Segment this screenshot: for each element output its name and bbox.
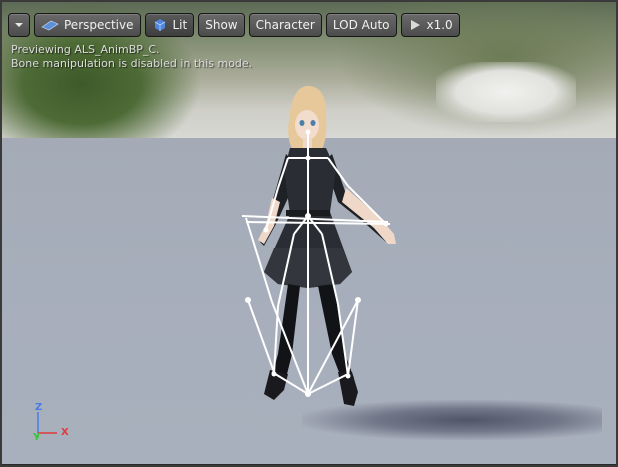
viewport-options-button[interactable] [8, 13, 30, 37]
preview-info-line2: Bone manipulation is disabled in this mo… [11, 57, 253, 70]
axis-x-label: X [61, 427, 69, 438]
character-preview [241, 86, 396, 406]
viewport[interactable]: Perspective Lit Show Character LOD Auto … [0, 0, 618, 467]
axis-y-label: Y [33, 432, 41, 443]
character-label: Character [255, 18, 315, 32]
lod-button[interactable]: LOD Auto [325, 13, 397, 37]
perspective-icon [41, 20, 59, 31]
character-button[interactable]: Character [248, 13, 322, 37]
perspective-label: Perspective [64, 18, 134, 32]
show-label: Show [205, 18, 238, 32]
lit-view-mode-button[interactable]: Lit [144, 13, 195, 37]
axis-z-label: Z [35, 402, 43, 413]
play-icon [410, 20, 420, 30]
lod-label: LOD Auto [332, 18, 390, 32]
playback-speed-button[interactable]: x1.0 [400, 13, 460, 37]
preview-info-text: Previewing ALS_AnimBP_C. Bone manipulati… [11, 43, 252, 71]
show-button[interactable]: Show [198, 13, 245, 37]
lit-sphere-icon [154, 19, 165, 31]
preview-info-line1: Previewing ALS_AnimBP_C. [11, 43, 160, 56]
playback-speed-label: x1.0 [426, 18, 453, 32]
lit-label: Lit [172, 18, 188, 32]
axis-gizmo: Z Y X [30, 400, 80, 445]
perspective-button[interactable]: Perspective [34, 13, 141, 37]
chevron-down-icon [15, 23, 23, 27]
viewport-toolbar: Perspective Lit Show Character LOD Auto … [8, 12, 460, 38]
